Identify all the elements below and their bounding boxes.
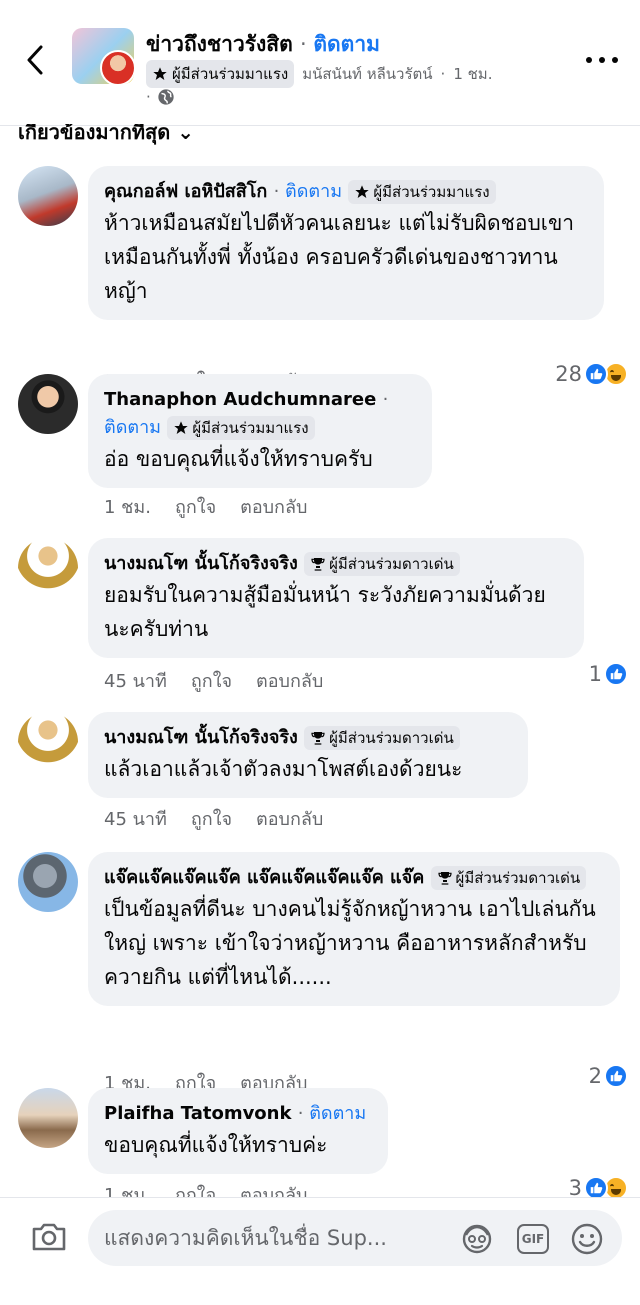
- avatar-sticker-button[interactable]: [460, 1222, 494, 1256]
- comment-text: เป็นข้อมูลที่ดีนะ บางคนไม่รู้จักหญ้าหวาน…: [104, 897, 596, 989]
- commenter-avatar[interactable]: [18, 712, 78, 772]
- commenter-name[interactable]: แจ๊คแจ๊คแจ๊คแจ๊ค แจ๊คแจ๊คแจ๊คแจ๊ค แจ๊ค: [104, 867, 424, 888]
- page-title: ข่าวถึงชาวรังสิต · ติดตาม: [146, 32, 380, 56]
- commenter-name[interactable]: คุณกอล์ฟ เอหิปัสสิโก: [104, 181, 267, 202]
- camera-icon: [32, 1223, 66, 1251]
- commenter-avatar[interactable]: [18, 374, 78, 434]
- comment-text: ขอบคุณที่แจ้งให้ทราบค่ะ: [104, 1133, 328, 1157]
- follow-button[interactable]: ติดตาม: [104, 417, 161, 438]
- rising-star-badge: ผู้มีส่วนร่วมดาวเด่น: [430, 866, 587, 890]
- post-time[interactable]: 1 ชม.: [453, 62, 492, 86]
- trophy-icon: [311, 732, 325, 745]
- comment-bubble[interactable]: Thanaphon Audchumnaree · ติดตาม ผู้มีส่ว…: [88, 374, 432, 488]
- like-reaction-icon: [604, 1064, 628, 1088]
- rising-star-badge: ผู้มีส่วนร่วมดาวเด่น: [304, 552, 460, 576]
- comment-bubble[interactable]: นางมณโฑ นั้นโก้จริงจริง ผู้มีส่วนร่วมดาว…: [88, 712, 528, 798]
- trophy-icon: [311, 558, 325, 571]
- reaction-summary[interactable]: 28: [555, 362, 628, 386]
- follow-page-button[interactable]: ติดตาม: [313, 32, 380, 56]
- comment-time[interactable]: 45 นาที: [104, 804, 167, 833]
- rising-star-badge: ผู้มีส่วนร่วมดาวเด่น: [304, 726, 460, 750]
- like-button[interactable]: ถูกใจ: [191, 666, 232, 695]
- comment-bubble[interactable]: นางมณโฑ นั้นโก้จริงจริง ผู้มีส่วนร่วมดาว…: [88, 538, 584, 658]
- post-meta-privacy: ·: [146, 88, 175, 106]
- page-avatar[interactable]: [72, 28, 134, 84]
- trophy-icon: [437, 872, 452, 885]
- like-button[interactable]: ถูกใจ: [191, 804, 232, 833]
- comment-time[interactable]: 1 ชม.: [104, 492, 151, 521]
- smiley-icon: [571, 1223, 603, 1255]
- comment-input[interactable]: [104, 1210, 454, 1266]
- reaction-count: 28: [555, 362, 582, 386]
- follow-button[interactable]: ติดตาม: [285, 181, 342, 202]
- like-button[interactable]: ถูกใจ: [175, 492, 216, 521]
- camera-button[interactable]: [30, 1220, 68, 1254]
- reply-button[interactable]: ตอบกลับ: [256, 666, 323, 695]
- more-dot: [612, 57, 618, 63]
- emoji-button[interactable]: [570, 1222, 604, 1256]
- more-options-button[interactable]: [586, 50, 618, 70]
- comment-bubble[interactable]: Plaifha Tatomvonk · ติดตาม ขอบคุณที่แจ้ง…: [88, 1088, 388, 1174]
- more-dot: [599, 57, 605, 63]
- like-reaction-icon: [604, 662, 628, 686]
- comment-text: ห้าวเหมือนสมัยไปตีหัวคนเลยนะ แต่ไม่รับผิ…: [104, 211, 575, 303]
- comment-text: ยอมรับในความสู้มือมั่นหน้า ระวังภัยความม…: [104, 583, 546, 641]
- comment-actions: 45 นาที ถูกใจ ตอบกลับ: [104, 804, 323, 833]
- back-button[interactable]: [18, 40, 52, 80]
- commenter-avatar[interactable]: [18, 166, 78, 226]
- comment-time[interactable]: 45 นาที: [104, 666, 167, 695]
- star-icon: [174, 421, 188, 434]
- commenter-name[interactable]: นางมณโฑ นั้นโก้จริงจริง: [104, 727, 298, 748]
- post-meta: ผู้มีส่วนร่วมมาแรง มนัสนันท์ หลีนวรัตน์ …: [146, 60, 492, 88]
- reply-button[interactable]: ตอบกลับ: [240, 492, 307, 521]
- author-avatar[interactable]: [100, 50, 134, 84]
- comment-bubble[interactable]: คุณกอล์ฟ เอหิปัสสิโก · ติดตาม ผู้มีส่วนร…: [88, 166, 604, 320]
- reaction-summary[interactable]: 1: [589, 662, 628, 686]
- commenter-name[interactable]: Plaifha Tatomvonk: [104, 1103, 291, 1124]
- gif-button[interactable]: GIF: [516, 1222, 550, 1256]
- reaction-count: 2: [588, 1064, 602, 1088]
- follow-button[interactable]: ติดตาม: [309, 1103, 366, 1124]
- globe-icon: [158, 89, 174, 105]
- more-dot: [586, 57, 592, 63]
- commenter-avatar[interactable]: [18, 1088, 78, 1148]
- comment-composer: GIF: [0, 1197, 640, 1305]
- star-icon: [153, 67, 167, 80]
- top-fan-badge: ผู้มีส่วนร่วมมาแรง: [348, 180, 496, 204]
- comment-bubble[interactable]: แจ๊คแจ๊คแจ๊คแจ๊ค แจ๊คแจ๊คแจ๊คแจ๊ค แจ๊ค ผ…: [88, 852, 620, 1006]
- commenter-name[interactable]: Thanaphon Audchumnaree: [104, 389, 376, 410]
- comment-actions: 1 ชม. ถูกใจ ตอบกลับ: [104, 492, 307, 521]
- post-author[interactable]: มนัสนันท์ หลีนวรัตน์: [302, 62, 432, 86]
- avatar-sticker-icon: [462, 1224, 492, 1254]
- chevron-left-icon: [27, 45, 43, 75]
- comment-actions: 45 นาที ถูกใจ ตอบกลับ: [104, 666, 323, 695]
- commenter-avatar[interactable]: [18, 538, 78, 598]
- gif-icon: GIF: [517, 1224, 549, 1254]
- page-name[interactable]: ข่าวถึงชาวรังสิต: [146, 32, 293, 56]
- post-header: ข่าวถึงชาวรังสิต · ติดตาม ผู้มีส่วนร่วมม…: [0, 0, 640, 126]
- comment-input-box[interactable]: GIF: [88, 1210, 622, 1266]
- comments-list: คุณกอล์ฟ เอหิปัสสิโก · ติดตาม ผู้มีส่วนร…: [0, 126, 640, 1206]
- reply-button[interactable]: ตอบกลับ: [256, 804, 323, 833]
- top-fan-badge: ผู้มีส่วนร่วมมาแรง: [146, 60, 295, 88]
- like-reaction-icon: [584, 362, 608, 386]
- reaction-summary[interactable]: 2: [589, 1064, 628, 1088]
- commenter-avatar[interactable]: [18, 852, 78, 912]
- star-icon: [355, 185, 370, 198]
- commenter-name[interactable]: นางมณโฑ นั้นโก้จริงจริง: [104, 553, 298, 574]
- comment-text: อ่อ ขอบคุณที่แจ้งให้ทราบครับ: [104, 447, 373, 471]
- top-fan-badge: ผู้มีส่วนร่วมมาแรง: [167, 416, 315, 440]
- comment-text: แล้วเอาแล้วเจ้าตัวลงมาโพสต์เองด้วยนะ: [104, 757, 463, 781]
- reaction-count: 1: [588, 662, 602, 686]
